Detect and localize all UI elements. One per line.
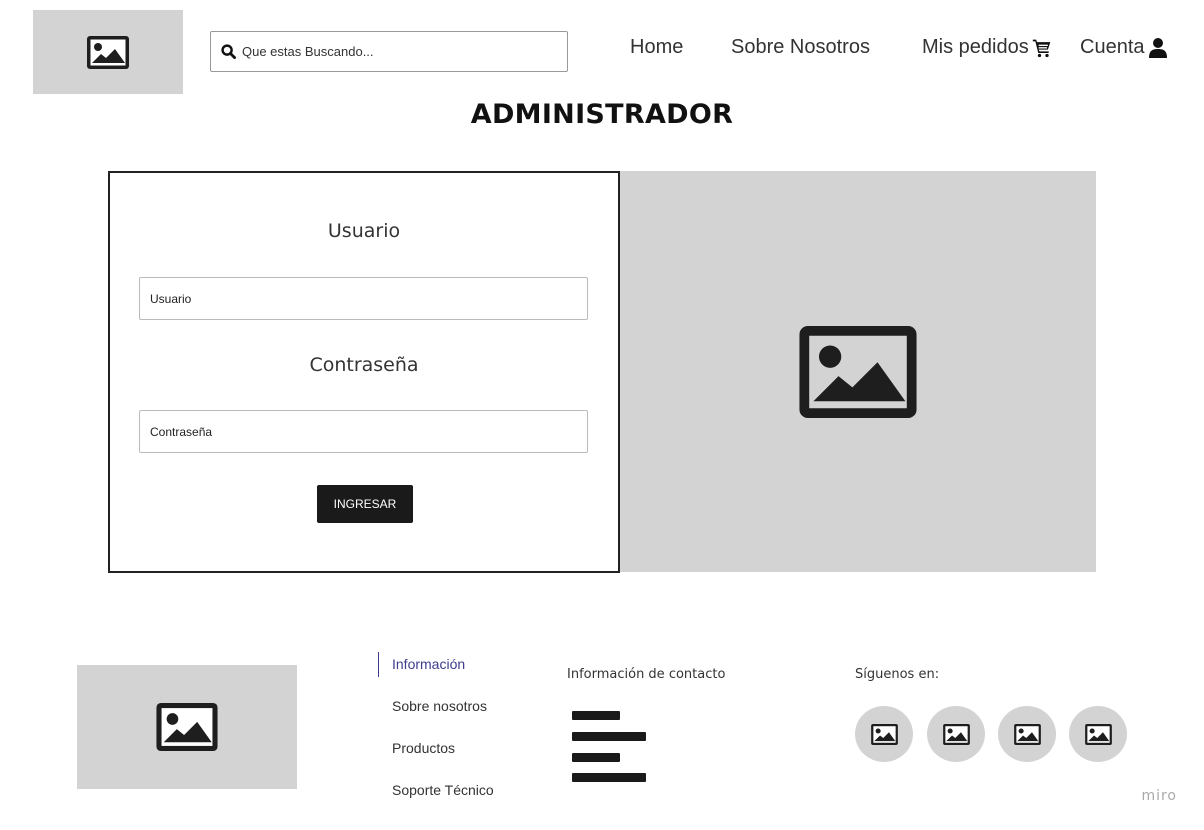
footer-link-productos[interactable]: Productos: [392, 740, 455, 756]
contact-heading: Información de contacto: [567, 667, 726, 682]
footer-logo[interactable]: [77, 665, 297, 789]
footer-link-sobre-nosotros[interactable]: Sobre nosotros: [392, 698, 487, 714]
social-link-4[interactable]: [1069, 706, 1127, 762]
miro-watermark: miro: [1141, 788, 1177, 804]
image-placeholder-icon: [942, 723, 970, 745]
cart-icon: [1032, 39, 1051, 57]
password-label: Contraseña: [309, 354, 419, 376]
footer-nav-active-marker: [378, 652, 379, 677]
search-icon: [221, 44, 236, 59]
image-placeholder-icon: [156, 703, 218, 751]
login-button[interactable]: INGRESAR: [317, 485, 413, 523]
header-logo[interactable]: [33, 10, 183, 94]
image-placeholder-icon: [799, 325, 917, 418]
text-line: [572, 711, 620, 720]
social-heading: Síguenos en:: [855, 667, 940, 682]
password-input[interactable]: [139, 410, 588, 453]
footer-link-soporte[interactable]: Soporte Técnico: [392, 782, 494, 798]
image-placeholder-icon: [870, 723, 898, 745]
footer-link-informacion[interactable]: Información: [392, 656, 465, 672]
social-link-1[interactable]: [855, 706, 913, 762]
page-title: ADMINISTRADOR: [470, 99, 734, 130]
social-link-2[interactable]: [927, 706, 985, 762]
image-placeholder-icon: [1013, 723, 1041, 745]
image-placeholder-icon: [1084, 723, 1112, 745]
text-line: [572, 773, 646, 782]
social-link-3[interactable]: [998, 706, 1056, 762]
nav-about-label: Sobre Nosotros: [731, 36, 870, 58]
user-input[interactable]: [139, 277, 588, 320]
nav-account[interactable]: Cuenta: [1080, 36, 1168, 59]
text-line: [572, 732, 646, 741]
image-placeholder-icon: [87, 35, 129, 69]
hero-image: [620, 171, 1096, 572]
login-form: Usuario Contraseña INGRESAR: [108, 171, 620, 573]
nav-home[interactable]: Home: [630, 36, 683, 59]
user-icon: [1148, 38, 1167, 58]
nav-account-label: Cuenta: [1080, 36, 1145, 58]
user-label: Usuario: [327, 220, 401, 242]
nav-home-label: Home: [630, 36, 684, 58]
text-line: [572, 753, 620, 762]
nav-about[interactable]: Sobre Nosotros: [731, 36, 870, 59]
nav-orders[interactable]: Mis pedidos: [922, 36, 1052, 59]
nav-orders-label: Mis pedidos: [922, 36, 1029, 58]
search-input[interactable]: [242, 44, 542, 59]
search-bar[interactable]: [210, 31, 568, 72]
